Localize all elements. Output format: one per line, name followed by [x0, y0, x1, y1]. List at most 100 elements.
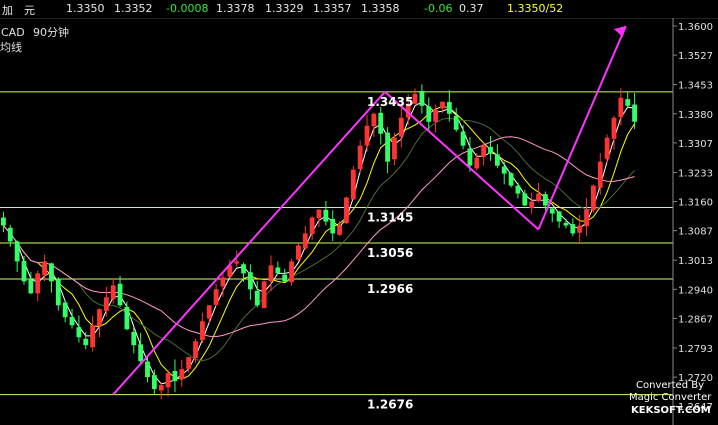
- candle-body: [515, 185, 521, 194]
- candle-body: [241, 264, 246, 274]
- candle-body: [97, 309, 102, 327]
- y-axis-tick-label: 1.3453: [678, 81, 713, 92]
- candle-body: [21, 260, 27, 282]
- candle-body: [254, 290, 260, 306]
- candle-body: [494, 154, 500, 166]
- level-label: 1.2966: [367, 282, 413, 296]
- candle-body: [604, 137, 610, 159]
- candle-body: [49, 263, 54, 282]
- candle-body: [330, 218, 336, 234]
- candle-body: [206, 305, 212, 319]
- candle-body: [35, 273, 41, 294]
- quote-prev-close: 1.3358: [361, 2, 400, 15]
- candle-body: [440, 101, 445, 109]
- candle-body: [481, 145, 487, 157]
- quote-high: 1.3378: [216, 2, 255, 15]
- candle-body: [302, 233, 308, 249]
- candle-body: [275, 267, 281, 274]
- candle-body: [536, 193, 541, 202]
- trend-line: [384, 91, 540, 231]
- y-axis-tick-label: 1.3160: [678, 198, 713, 209]
- candle-body: [357, 145, 363, 170]
- candle-body: [247, 272, 253, 290]
- candle-body: [165, 373, 171, 388]
- level-label: 1.3056: [367, 246, 413, 260]
- quote-bar: 加 元 1.3350 1.3352 -0.0008 1.3378 1.3329 …: [0, 0, 718, 19]
- level-label: 1.3435: [367, 95, 413, 109]
- candle-body: [62, 302, 68, 318]
- candle-body: [220, 277, 226, 287]
- candle-body: [563, 222, 569, 226]
- candle-body: [76, 327, 82, 338]
- y-axis-tick-label: 1.3307: [678, 139, 713, 150]
- candle-body: [42, 261, 47, 276]
- candle-body: [591, 185, 596, 211]
- candle-body: [611, 117, 617, 139]
- candle-body: [199, 321, 205, 341]
- candle-body: [426, 106, 432, 122]
- candle-body: [55, 278, 61, 306]
- quote-change: -0.0008: [166, 2, 209, 15]
- candle-body: [453, 115, 459, 130]
- quote-open: 1.3357: [313, 2, 352, 15]
- candle-body: [110, 285, 116, 299]
- candle-body: [316, 209, 322, 219]
- candle-body: [529, 201, 535, 209]
- symbol-label: CAD: [1, 26, 25, 39]
- y-axis-tick-label: 1.2867: [678, 314, 713, 325]
- candle-body: [344, 197, 349, 224]
- candle-body: [542, 194, 548, 206]
- candle-body: [632, 104, 637, 122]
- y-axis-tick-label: 1.2793: [678, 344, 713, 355]
- candle-body: [90, 325, 96, 348]
- candle-body: [213, 289, 219, 305]
- y-axis-tick-label: 1.3600: [678, 22, 713, 33]
- candle-body: [364, 125, 370, 146]
- candle-body: [296, 245, 301, 260]
- candle-body: [83, 338, 89, 346]
- candle-body: [323, 209, 329, 222]
- indicator-label: 均线: [0, 40, 22, 54]
- candle-body: [234, 261, 240, 264]
- candle-body: [7, 227, 13, 242]
- candle-body: [261, 281, 267, 309]
- quote-ask: 1.3352: [114, 2, 153, 15]
- candle-body: [69, 316, 75, 326]
- quote-label-1: 加: [2, 4, 13, 17]
- candle-body: [488, 146, 493, 154]
- quote-change-pct: -0.06: [424, 2, 453, 15]
- y-axis: 1.3600 1.3527 1.3453 1.3380 1.3307 1.3233 1.31…: [673, 22, 713, 413]
- candle-body: [158, 385, 164, 391]
- quote-last: 1.3350: [66, 2, 105, 15]
- candle-body: [268, 265, 274, 282]
- level-lines: [0, 91, 673, 396]
- watermark-line-3: KEKSOFT.COM: [631, 405, 711, 416]
- candle-body: [179, 369, 185, 379]
- candle-body: [378, 112, 384, 134]
- candle-body: [371, 113, 377, 127]
- candle-body: [14, 241, 20, 262]
- candle-body: [1, 217, 6, 226]
- y-axis-tick-label: 1.3380: [678, 110, 713, 121]
- candle-body: [433, 109, 439, 122]
- quote-label-2: 元: [24, 4, 35, 17]
- candle-body: [193, 341, 198, 359]
- candle-body: [467, 148, 473, 166]
- candle-body: [309, 217, 315, 235]
- candle-body: [28, 279, 34, 294]
- candle-body: [474, 157, 480, 169]
- candle-body: [570, 224, 576, 234]
- candle-body: [508, 173, 514, 186]
- candle-body: [549, 208, 555, 214]
- watermark-line-2: Magic Converter: [629, 392, 712, 403]
- candle-body: [337, 225, 342, 235]
- candle-body: [419, 90, 425, 106]
- candle-body: [282, 274, 288, 282]
- candle-body: [412, 93, 418, 104]
- y-axis-tick-label: 1.3527: [678, 51, 713, 62]
- candle-body: [392, 137, 397, 160]
- level-labels: 1.3435 1.3145 1.3056 1.2966 1.2676: [367, 95, 413, 412]
- level-label: 1.2676: [367, 398, 413, 412]
- candle-body: [460, 131, 466, 146]
- candle-body: [145, 361, 150, 378]
